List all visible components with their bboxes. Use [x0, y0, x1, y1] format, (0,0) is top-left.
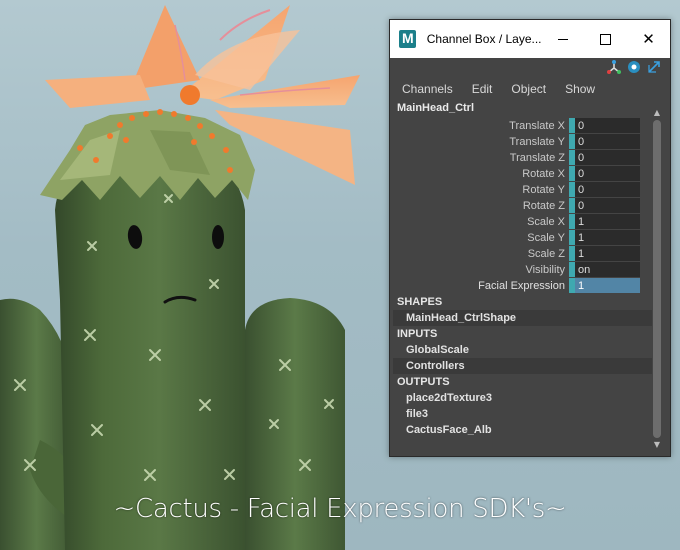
attr-label[interactable]: Rotate Z: [393, 198, 569, 214]
channel-box-window[interactable]: Channel Box / Laye... ✕ Channels Edit Ob…: [389, 19, 671, 457]
attr-value-field[interactable]: 0: [575, 198, 640, 213]
video-caption: ~Cactus - Facial Expression SDK's~: [113, 494, 567, 524]
attr-label[interactable]: Scale Y: [393, 230, 569, 246]
attr-label[interactable]: Translate X: [393, 118, 569, 134]
attr-translate-z[interactable]: Translate Z 0: [393, 150, 652, 166]
attr-rotate-x[interactable]: Rotate X 0: [393, 166, 652, 182]
attr-value-field[interactable]: 1: [575, 230, 640, 245]
output-item[interactable]: place2dTexture3: [393, 390, 652, 406]
input-item[interactable]: Controllers: [393, 358, 652, 374]
attr-label[interactable]: Translate Y: [393, 134, 569, 150]
menu-show[interactable]: Show: [563, 82, 597, 100]
attr-value-field[interactable]: 1: [575, 214, 640, 229]
attr-visibility[interactable]: Visibility on: [393, 262, 652, 278]
output-item[interactable]: file3: [393, 406, 652, 422]
attr-label[interactable]: Rotate Y: [393, 182, 569, 198]
section-outputs: OUTPUTS: [393, 374, 652, 390]
attr-value-field[interactable]: on: [575, 262, 640, 277]
scroll-down-arrow-icon[interactable]: ▼: [652, 440, 662, 450]
output-item[interactable]: CactusFace_Alb: [393, 422, 652, 438]
attr-value-field[interactable]: 1: [575, 246, 640, 261]
attr-label[interactable]: Facial Expression: [393, 278, 569, 294]
scroll-up-arrow-icon[interactable]: ▲: [652, 108, 662, 118]
attr-rotate-y[interactable]: Rotate Y 0: [393, 182, 652, 198]
menu-object[interactable]: Object: [509, 82, 548, 100]
maya-logo-icon: [399, 30, 416, 48]
attr-value-field[interactable]: 1: [575, 278, 640, 293]
attr-translate-x[interactable]: Translate X 0: [393, 118, 652, 134]
channel-list: MainHead_Ctrl Translate X 0 Translate Y …: [393, 100, 652, 452]
close-button[interactable]: ✕: [627, 20, 670, 58]
attr-scale-x[interactable]: Scale X 1: [393, 214, 652, 230]
attr-value-field[interactable]: 0: [575, 150, 640, 165]
attr-label[interactable]: Scale X: [393, 214, 569, 230]
attr-label[interactable]: Visibility: [393, 262, 569, 278]
attr-label[interactable]: Rotate X: [393, 166, 569, 182]
attr-translate-y[interactable]: Translate Y 0: [393, 134, 652, 150]
attr-value-field[interactable]: 0: [575, 134, 640, 149]
axis-icon[interactable]: [607, 60, 621, 74]
sphere-icon[interactable]: [627, 60, 641, 74]
toolbar: [607, 60, 661, 76]
window-title: Channel Box / Laye...: [426, 32, 542, 46]
attr-label[interactable]: Scale Z: [393, 246, 569, 262]
expand-icon[interactable]: [647, 60, 661, 74]
section-shapes: SHAPES: [393, 294, 652, 310]
menu-edit[interactable]: Edit: [470, 82, 495, 100]
attr-value-field[interactable]: 0: [575, 118, 640, 133]
attr-rotate-z[interactable]: Rotate Z 0: [393, 198, 652, 214]
attr-label[interactable]: Translate Z: [393, 150, 569, 166]
attr-value-field[interactable]: 0: [575, 182, 640, 197]
section-inputs: INPUTS: [393, 326, 652, 342]
maximize-button[interactable]: [584, 20, 627, 58]
minimize-button[interactable]: [542, 20, 585, 58]
scrollbar-thumb[interactable]: [653, 120, 661, 438]
attr-facial-expression[interactable]: Facial Expression 1: [393, 278, 652, 294]
vertical-scrollbar[interactable]: ▲ ▼: [652, 108, 662, 450]
attr-scale-z[interactable]: Scale Z 1: [393, 246, 652, 262]
node-name[interactable]: MainHead_Ctrl: [393, 100, 652, 116]
shape-item[interactable]: MainHead_CtrlShape: [393, 310, 652, 326]
title-bar[interactable]: Channel Box / Laye... ✕: [390, 20, 670, 58]
attr-value-field[interactable]: 0: [575, 166, 640, 181]
menu-bar: Channels Edit Object Show: [400, 82, 597, 100]
menu-channels[interactable]: Channels: [400, 82, 455, 100]
input-item[interactable]: GlobalScale: [393, 342, 652, 358]
attr-scale-y[interactable]: Scale Y 1: [393, 230, 652, 246]
